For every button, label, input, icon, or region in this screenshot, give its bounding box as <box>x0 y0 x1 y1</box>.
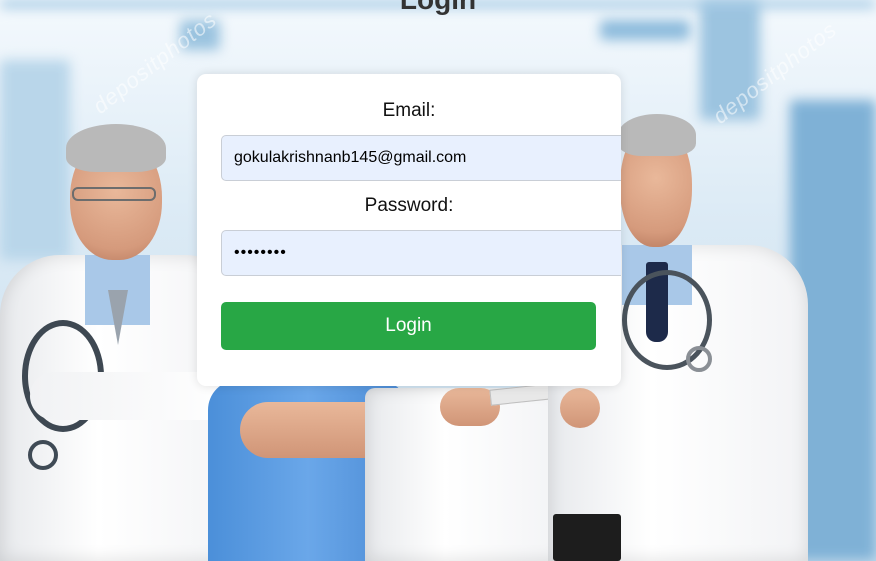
password-field[interactable] <box>221 230 621 276</box>
login-button[interactable]: Login <box>221 302 596 350</box>
page-title: Login <box>0 0 876 16</box>
login-form: Email: Password: Login <box>197 74 621 386</box>
password-label: Password: <box>364 195 454 216</box>
page-background: depositphotos depositphotos Login <box>0 0 876 561</box>
email-field[interactable] <box>221 135 621 181</box>
backdrop-shape <box>0 60 70 260</box>
email-label: Email: <box>382 100 436 121</box>
backdrop-shape <box>600 20 690 40</box>
